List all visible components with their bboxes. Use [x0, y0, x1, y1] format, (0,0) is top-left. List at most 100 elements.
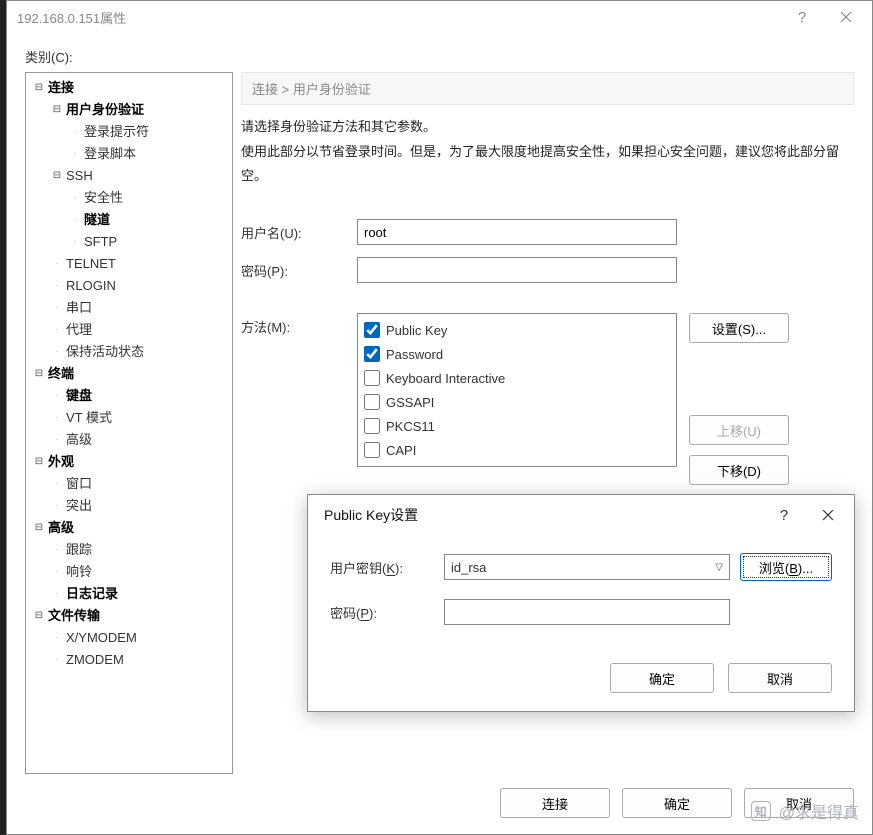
method-checkbox[interactable] [364, 442, 380, 458]
method-label: GSSAPI [386, 395, 434, 410]
tree-item-label: 代理 [64, 319, 94, 341]
category-label: 类别(C): [25, 47, 854, 66]
chevron-down-icon: ▽ [715, 562, 723, 573]
cancel-button[interactable]: 取消 [744, 788, 854, 818]
tree-item[interactable]: ⊟外观 [26, 451, 232, 473]
close-button[interactable] [824, 2, 868, 32]
tree-branch-icon: · [50, 297, 64, 319]
title-bar: 192.168.0.151属性 ? [7, 1, 872, 33]
tree-collapse-icon[interactable]: ⊟ [50, 165, 64, 187]
method-item[interactable]: GSSAPI [364, 390, 670, 414]
tree-item[interactable]: ·TELNET [26, 253, 232, 275]
tree-item[interactable]: ⊟高级 [26, 517, 232, 539]
bottom-bar: 连接 确定 取消 [25, 774, 854, 834]
browse-button[interactable]: 浏览(B)... [740, 553, 832, 581]
tree-item-label: ZMODEM [64, 649, 126, 671]
tree-item[interactable]: ·保持活动状态 [26, 341, 232, 363]
tree-collapse-icon[interactable]: ⊟ [50, 99, 64, 121]
tree-item[interactable]: ·键盘 [26, 385, 232, 407]
modal-help-button[interactable]: ? [762, 500, 806, 530]
tree-collapse-icon[interactable]: ⊟ [32, 605, 46, 627]
method-item[interactable]: CAPI [364, 438, 670, 462]
tree-branch-icon: · [50, 473, 64, 495]
help-button[interactable]: ? [780, 2, 824, 32]
modal-password-input[interactable] [444, 599, 730, 625]
tree-item[interactable]: ·RLOGIN [26, 275, 232, 297]
modal-cancel-button[interactable]: 取消 [728, 663, 832, 693]
tree-item-label: 登录脚本 [82, 143, 138, 165]
method-label: Public Key [386, 323, 447, 338]
tree-collapse-icon[interactable]: ⊟ [32, 517, 46, 539]
public-key-settings-dialog: Public Key设置 ? 用户密钥(K): id_rsa ▽ 浏览(B)..… [307, 494, 855, 712]
tree-item-label: 高级 [46, 517, 76, 539]
method-item[interactable]: Public Key [364, 318, 670, 342]
tree-item-label: 窗口 [64, 473, 94, 495]
method-item[interactable]: PKCS11 [364, 414, 670, 438]
tree-item[interactable]: ·VT 模式 [26, 407, 232, 429]
password-input[interactable] [357, 257, 677, 283]
tree-item[interactable]: ·登录脚本 [26, 143, 232, 165]
method-checkbox[interactable] [364, 418, 380, 434]
methods-label: 方法(M): [241, 313, 357, 336]
modal-title: Public Key设置 [318, 505, 762, 525]
tree-collapse-icon[interactable]: ⊟ [32, 77, 46, 99]
user-key-row: 用户密钥(K): id_rsa ▽ 浏览(B)... [330, 553, 832, 581]
method-checkbox[interactable] [364, 322, 380, 338]
tree-item[interactable]: ·代理 [26, 319, 232, 341]
tree-item[interactable]: ·日志记录 [26, 583, 232, 605]
tree-item[interactable]: ·ZMODEM [26, 649, 232, 671]
tree-item-label: 响铃 [64, 561, 94, 583]
tree-branch-icon: · [68, 143, 82, 165]
user-key-select[interactable]: id_rsa ▽ [444, 554, 730, 580]
method-label: Keyboard Interactive [386, 371, 505, 386]
tree-item-label: SSH [64, 165, 95, 187]
tree-item[interactable]: ·SFTP [26, 231, 232, 253]
category-tree[interactable]: ⊟连接⊟用户身份验证·登录提示符·登录脚本⊟SSH·安全性·隧道·SFTP·TE… [25, 72, 233, 774]
tree-item-label: 安全性 [82, 187, 125, 209]
tree-item[interactable]: ⊟用户身份验证 [26, 99, 232, 121]
tree-collapse-icon[interactable]: ⊟ [32, 363, 46, 385]
username-input[interactable] [357, 219, 677, 245]
method-checkbox[interactable] [364, 346, 380, 362]
tree-item[interactable]: ·高级 [26, 429, 232, 451]
tree-item[interactable]: ·响铃 [26, 561, 232, 583]
tree-item[interactable]: ·X/YMODEM [26, 627, 232, 649]
ok-button[interactable]: 确定 [622, 788, 732, 818]
move-down-button[interactable]: 下移(D) [689, 455, 789, 485]
tree-item-label: RLOGIN [64, 275, 118, 297]
tree-item[interactable]: ⊟终端 [26, 363, 232, 385]
tree-item[interactable]: ·串口 [26, 297, 232, 319]
method-checkbox[interactable] [364, 394, 380, 410]
modal-ok-button[interactable]: 确定 [610, 663, 714, 693]
password-label: 密码(P): [241, 257, 357, 280]
tree-item[interactable]: ·隧道 [26, 209, 232, 231]
move-up-button[interactable]: 上移(U) [689, 415, 789, 445]
user-key-label: 用户密钥(K): [330, 558, 434, 577]
tree-branch-icon: · [50, 539, 64, 561]
tree-item-label: 保持活动状态 [64, 341, 146, 363]
tree-item[interactable]: ⊟SSH [26, 165, 232, 187]
method-item[interactable]: Keyboard Interactive [364, 366, 670, 390]
password-row: 密码(P): [241, 257, 854, 283]
description: 请选择身份验证方法和其它参数。 使用此部分以节省登录时间。但是，为了最大限度地提… [241, 115, 854, 189]
methods-list[interactable]: Public Key Password Keyboard Interactive GS… [357, 313, 677, 467]
connect-button[interactable]: 连接 [500, 788, 610, 818]
tree-item[interactable]: ·突出 [26, 495, 232, 517]
tree-item[interactable]: ·登录提示符 [26, 121, 232, 143]
tree-item[interactable]: ⊟文件传输 [26, 605, 232, 627]
tree-item[interactable]: ·跟踪 [26, 539, 232, 561]
tree-branch-icon: · [50, 341, 64, 363]
tree-item[interactable]: ·窗口 [26, 473, 232, 495]
tree-branch-icon: · [50, 495, 64, 517]
tree-branch-icon: · [68, 231, 82, 253]
method-item[interactable]: Password [364, 342, 670, 366]
user-key-value: id_rsa [451, 560, 486, 575]
tree-collapse-icon[interactable]: ⊟ [32, 451, 46, 473]
tree-item[interactable]: ⊟连接 [26, 77, 232, 99]
tree-item-label: TELNET [64, 253, 118, 275]
tree-item[interactable]: ·安全性 [26, 187, 232, 209]
tree-item-label: 日志记录 [64, 583, 120, 605]
method-checkbox[interactable] [364, 370, 380, 386]
settings-button[interactable]: 设置(S)... [689, 313, 789, 343]
modal-close-button[interactable] [806, 500, 850, 530]
